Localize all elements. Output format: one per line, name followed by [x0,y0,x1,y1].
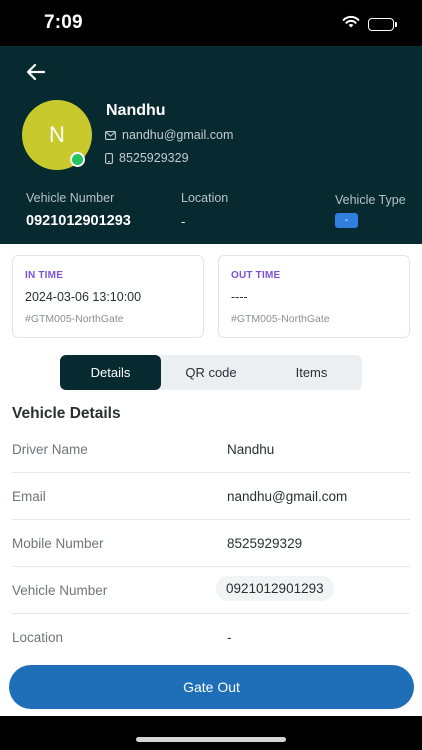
status-bar: 7:09 [0,0,422,46]
detail-value: Nandhu [227,442,275,457]
out-time-value: ---- [231,290,248,304]
segment-tabs: Details QR code Items [60,355,362,390]
detail-row-vehicle-number: Vehicle Number 0921012901293 [12,567,410,614]
user-email: nandhu@gmail.com [122,128,234,142]
detail-value: 8525929329 [227,536,303,551]
phone-icon [105,152,113,164]
wifi-icon [342,15,360,33]
detail-row-mobile-number: Mobile Number 8525929329 [12,520,410,567]
in-time-card: IN TIME 2024-03-06 13:10:00 #GTM005-Nort… [12,255,204,338]
user-email-line: nandhu@gmail.com [105,128,233,142]
detail-label: Mobile Number [12,536,104,551]
detail-value: - [227,630,232,645]
vehicle-number-pill: 0921012901293 [216,576,334,601]
vehicle-number-value: 0921012901293 [26,213,131,229]
out-time-gate: #GTM005-NorthGate [231,313,330,325]
user-phone-line: 8525929329 [105,151,189,165]
detail-row-email: Email nandhu@gmail.com [12,473,410,520]
detail-row-driver-name: Driver Name Nandhu [12,426,410,473]
battery-icon [368,17,397,31]
vehicle-number-label: Vehicle Number [26,191,115,205]
online-status-dot [70,152,85,167]
detail-label: Vehicle Number [12,583,108,598]
in-time-label: IN TIME [25,270,64,281]
detail-label: Email [12,489,46,504]
home-indicator [136,737,286,742]
vehicle-type-label: Vehicle Type [335,193,406,207]
location-value: - [181,214,186,229]
vehicle-type-badge: - [335,213,358,228]
bottom-safe-area [0,716,422,750]
user-name: Nandhu [106,102,166,119]
out-time-card: OUT TIME ---- #GTM005-NorthGate [218,255,410,338]
gate-out-button[interactable]: Gate Out [9,665,414,709]
in-time-value: 2024-03-06 13:10:00 [25,290,142,304]
tab-items[interactable]: Items [261,355,362,390]
arrow-left-icon [26,63,46,81]
back-button[interactable] [22,58,50,86]
detail-row-location: Location - [12,614,410,661]
in-time-gate: #GTM005-NorthGate [25,313,124,325]
profile-header: N Nandhu nandhu@gmail.com 8525929329 Veh… [0,46,422,244]
section-title: Vehicle Details [12,405,121,422]
status-icons [342,15,397,33]
status-time: 7:09 [44,12,83,33]
user-phone: 8525929329 [119,151,189,165]
location-label: Location [181,191,229,205]
tab-qr-code[interactable]: QR code [161,355,261,390]
detail-value: nandhu@gmail.com [227,489,348,504]
tab-details[interactable]: Details [60,355,161,390]
out-time-label: OUT TIME [231,270,281,281]
detail-label: Location [12,630,64,645]
mail-icon [105,130,116,140]
avatar-initial: N [49,122,65,147]
detail-label: Driver Name [12,442,88,457]
